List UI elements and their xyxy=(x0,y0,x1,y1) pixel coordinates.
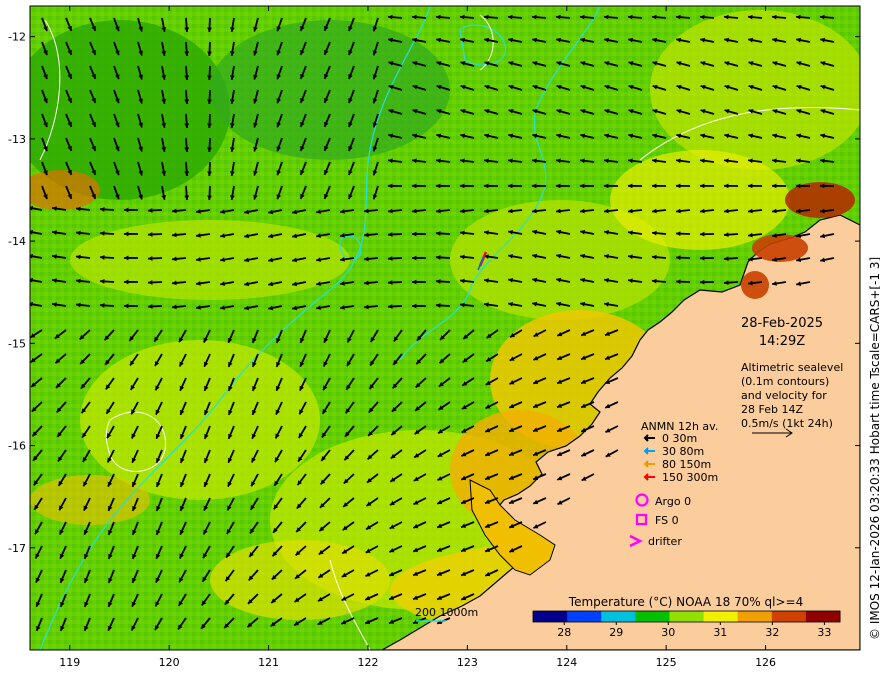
lon-tick-label-1: 120 xyxy=(159,656,180,669)
svg-text:0.5m/s (1kt 24h): 0.5m/s (1kt 24h) xyxy=(741,417,833,430)
svg-text:FS 0: FS 0 xyxy=(655,514,679,527)
svg-text:150 300m: 150 300m xyxy=(662,471,718,484)
colorbar-swatch-8 xyxy=(805,611,841,622)
svg-text:Altimetric sealevel: Altimetric sealevel xyxy=(741,361,843,374)
credit-text: © IMOS 12-Jan-2026 03:20:33 Hobart time … xyxy=(868,256,880,640)
colorbar-swatch-6 xyxy=(737,611,773,622)
map-date: 28-Feb-2025 xyxy=(741,316,823,331)
ocean-temperature-map: 119 120 121 122 123 124 125 126 -12 -13 -14 -15 -16… xyxy=(8,5,861,669)
colorbar-title: Temperature (°C) NOAA 18 70% ql>=4 xyxy=(568,595,803,609)
colorbar-swatch-5 xyxy=(703,611,739,622)
lon-tick-label-7: 126 xyxy=(755,656,776,669)
svg-text:drifter: drifter xyxy=(648,535,682,548)
lon-tick-label-4: 123 xyxy=(457,656,478,669)
lat-tick-label-0: -12 xyxy=(8,31,26,44)
svg-text:Argo 0: Argo 0 xyxy=(655,495,691,508)
svg-text:200 1000m: 200 1000m xyxy=(415,606,478,619)
svg-text:80 150m: 80 150m xyxy=(662,458,711,471)
colorbar-tick-5: 33 xyxy=(817,626,831,639)
lat-tick-label-5: -17 xyxy=(8,542,26,555)
colorbar-swatch-2 xyxy=(601,611,636,622)
colorbar-tick-4: 32 xyxy=(765,626,779,639)
colorbar-swatch-4 xyxy=(669,611,705,622)
colorbar-swatch-3 xyxy=(635,611,670,622)
svg-text:and velocity for: and velocity for xyxy=(741,389,827,402)
svg-text:30 80m: 30 80m xyxy=(662,445,704,458)
lon-tick-label-5: 124 xyxy=(556,656,577,669)
lon-tick-label-2: 121 xyxy=(258,656,279,669)
colorbar-tick-2: 30 xyxy=(661,626,675,639)
lon-tick-label-0: 119 xyxy=(59,656,80,669)
lat-tick-label-4: -16 xyxy=(8,440,26,453)
lat-tick-label-3: -15 xyxy=(8,337,26,350)
lat-tick-label-1: -13 xyxy=(8,133,26,146)
map-time: 14:29Z xyxy=(759,334,805,349)
lon-tick-label-6: 125 xyxy=(656,656,677,669)
svg-text:28 Feb 14Z: 28 Feb 14Z xyxy=(741,403,803,416)
colorbar-tick-1: 29 xyxy=(609,626,623,639)
colorbar-tick-3: 31 xyxy=(713,626,727,639)
colorbar-swatch-0 xyxy=(533,611,568,622)
lat-tick-label-2: -14 xyxy=(8,235,26,248)
depth-legend: 200 1000m xyxy=(415,606,478,622)
svg-text:0 30m: 0 30m xyxy=(662,432,697,445)
colorbar-swatch-1 xyxy=(567,611,602,622)
lon-tick-label-3: 122 xyxy=(357,656,378,669)
colorbar-tick-0: 28 xyxy=(557,626,571,639)
svg-text:(0.1m contours): (0.1m contours) xyxy=(741,375,829,388)
colorbar-swatch-7 xyxy=(771,611,807,622)
